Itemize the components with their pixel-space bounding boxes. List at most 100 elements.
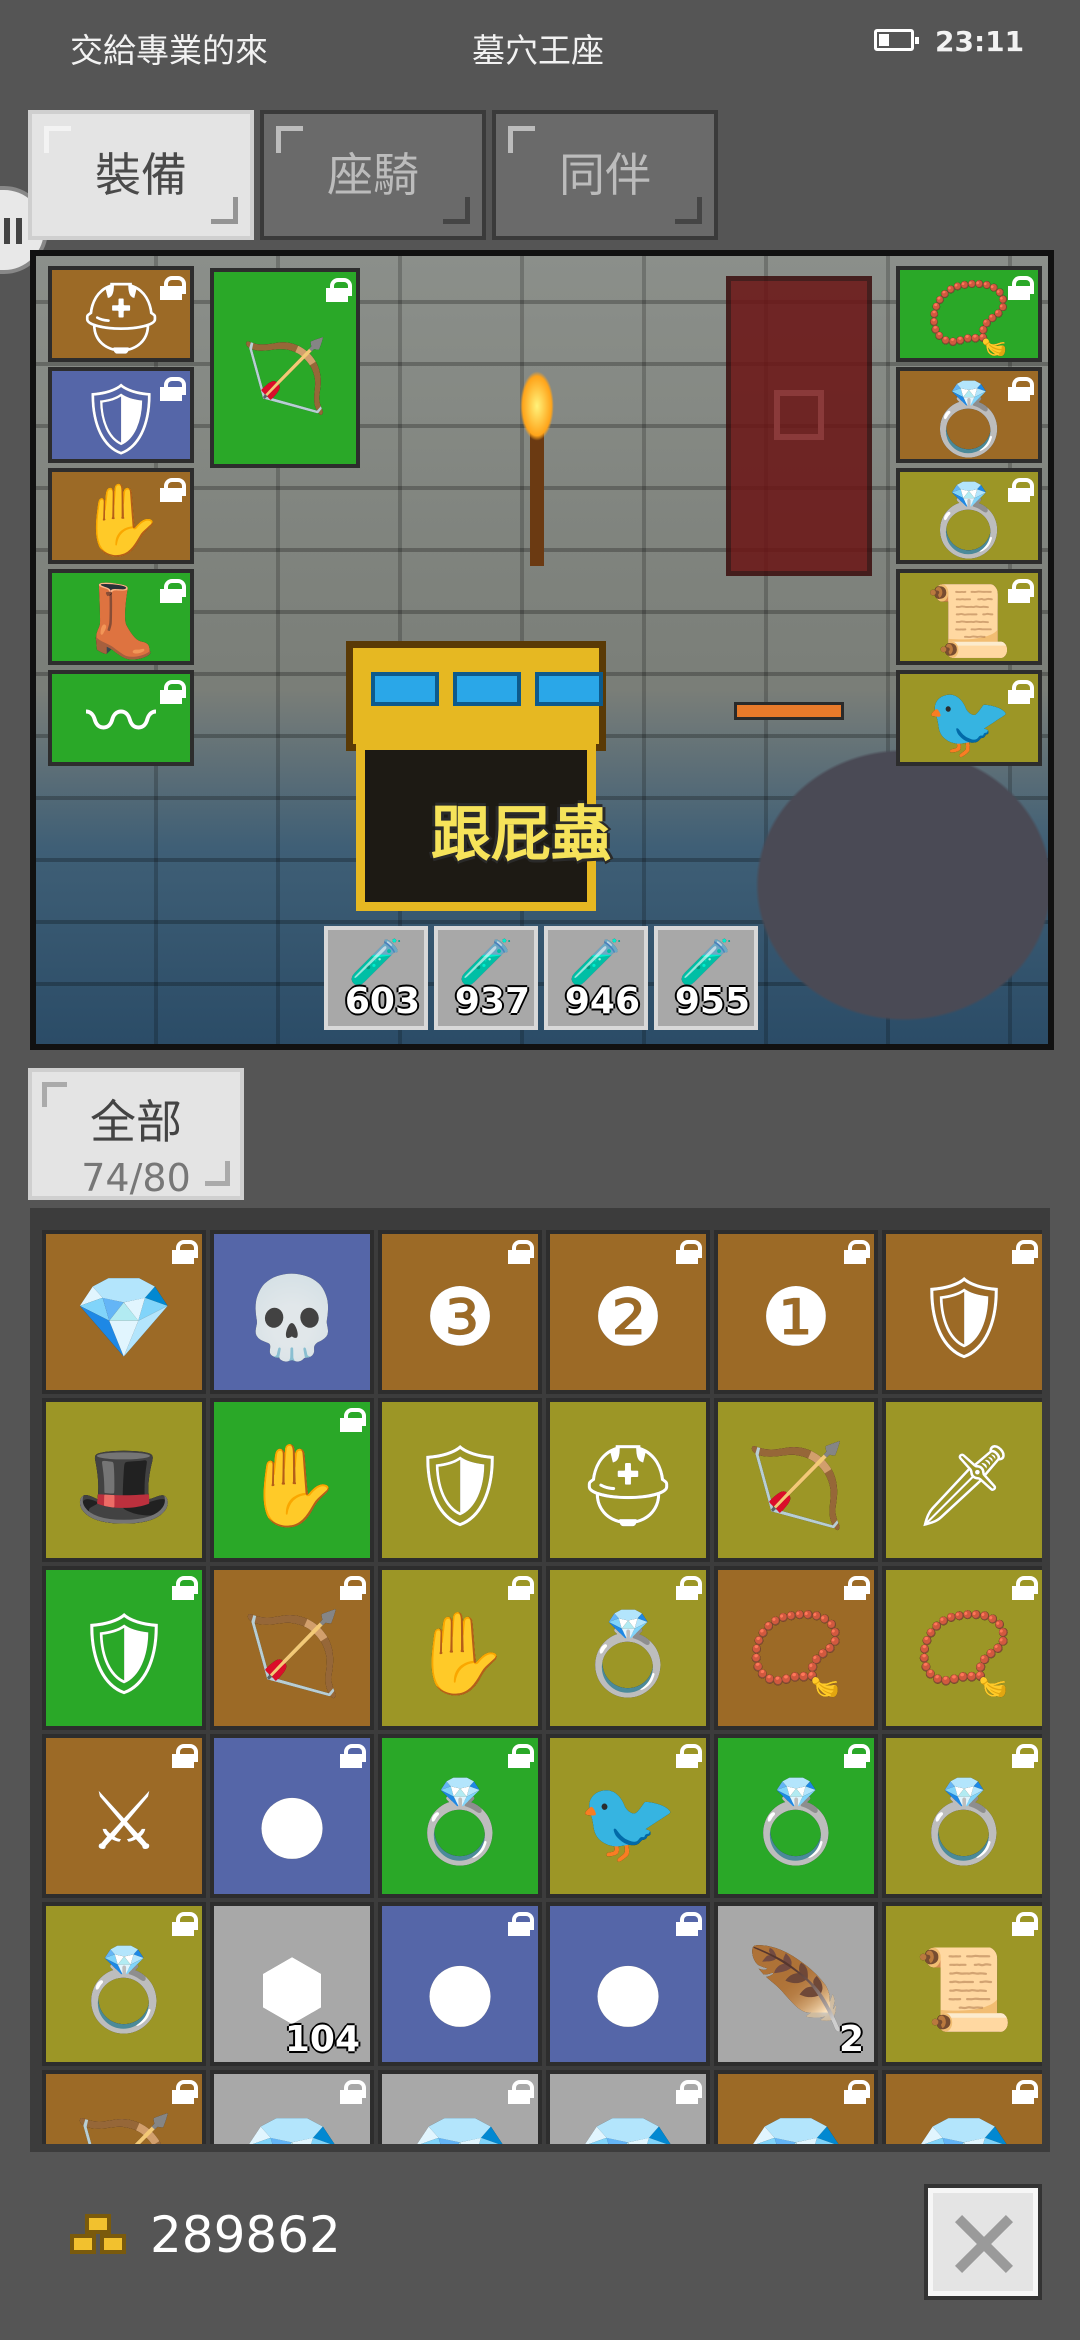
item-slot[interactable]: 💎 [378, 2070, 542, 2144]
item-slot[interactable]: 🏹 [42, 2070, 206, 2144]
bow-icon: 🏹 [241, 334, 329, 417]
item-slot[interactable]: ✋ [48, 468, 194, 564]
item-slot[interactable]: ⛑ [48, 266, 194, 362]
item-slot[interactable]: 📿 [882, 1566, 1042, 1730]
item-slot[interactable]: 💍 [882, 1734, 1042, 1898]
gem-icon: 💎 [242, 2118, 342, 2144]
helmet-icon: ⛑ [577, 1439, 679, 1533]
bow-icon: 🏹 [242, 1607, 342, 1701]
potion-icon: 🧪 [458, 936, 514, 988]
inventory-panel: 💎 💀 ❸ ❷ ❶ 🛡 🎩 ✋ 🛡 ⛑ 🏹 🗡 🛡 🏹 ✋ 💍 📿 📿 ⚔ ● 💍 🐦 💍 💍 💍 ⬢104 ● ● 🪶2 📜 🏹 💎 💎 💎 💎 💎 [30, 1208, 1050, 2152]
item-slot[interactable]: 💎 [882, 2070, 1042, 2144]
item-slot[interactable]: 💎 [714, 2070, 878, 2144]
item-slot[interactable]: 🛡 [882, 1230, 1042, 1394]
item-slot[interactable]: ● [378, 1902, 542, 2066]
item-slot[interactable]: 📜 [882, 1902, 1042, 2066]
potion-slot[interactable]: 🧪 955 [654, 926, 758, 1030]
lock-icon [676, 1576, 702, 1600]
lock-icon [160, 377, 186, 401]
item-slot[interactable]: 🐦 [546, 1734, 710, 1898]
tab-companion[interactable]: 同伴 [492, 110, 718, 240]
bird-icon: 🐦 [925, 680, 1013, 763]
item-slot[interactable]: 🛡 [378, 1398, 542, 1562]
lock-icon [508, 1744, 534, 1768]
item-slot[interactable]: ✋ [210, 1398, 374, 1562]
potion-slot[interactable]: 🧪 946 [544, 926, 648, 1030]
item-slot[interactable]: 💎 [42, 1230, 206, 1394]
item-slot[interactable]: 〰 [48, 670, 194, 766]
potion-icon: 🧪 [568, 936, 624, 988]
lock-icon [1008, 680, 1034, 704]
item-slot[interactable]: ❶ [714, 1230, 878, 1394]
item-slot[interactable]: ⬢ 104 [210, 1902, 374, 2066]
item-slot[interactable]: 🏹 [210, 1566, 374, 1730]
lock-icon [172, 1576, 198, 1600]
armor-icon: 🛡 [913, 1271, 1015, 1365]
lock-icon [508, 2080, 534, 2104]
tab-mount[interactable]: 座騎 [260, 110, 486, 240]
inventory-grid: 💎 💀 ❸ ❷ ❶ 🛡 🎩 ✋ 🛡 ⛑ 🏹 🗡 🛡 🏹 ✋ 💍 📿 📿 ⚔ ● 💍 🐦 💍 💍 💍 ⬢104 ● ● 🪶2 📜 🏹 💎 💎 💎 💎 💎 [42, 1230, 1042, 2144]
potion-slot[interactable]: 🧪 937 [434, 926, 538, 1030]
lock-icon [1008, 276, 1034, 300]
lock-icon [844, 1240, 870, 1264]
item-slot[interactable]: ✋ [378, 1566, 542, 1730]
potion-icon: 🧪 [348, 936, 404, 988]
bow-icon: 🏹 [74, 2118, 174, 2144]
lock-icon [844, 1576, 870, 1600]
item-slot[interactable]: ● [546, 1902, 710, 2066]
item-slot[interactable]: 📜 [896, 569, 1042, 665]
lock-icon [172, 1912, 198, 1936]
lock-icon [340, 1576, 366, 1600]
item-count: 104 [284, 2019, 360, 2060]
rune-stone-2-icon: ❷ [592, 1271, 664, 1365]
item-slot[interactable]: 📿 [896, 266, 1042, 362]
lock-icon [160, 276, 186, 300]
lock-icon [508, 1240, 534, 1264]
item-slot[interactable]: 💍 [42, 1902, 206, 2066]
armor-icon: 🛡 [409, 1439, 511, 1533]
item-slot[interactable]: 🐦 [896, 670, 1042, 766]
lock-icon [1012, 1744, 1038, 1768]
item-slot[interactable]: 💍 [546, 1566, 710, 1730]
orb-icon: ● [593, 1943, 663, 2037]
clock: 23:11 [935, 25, 1025, 58]
lock-icon [340, 2080, 366, 2104]
item-slot[interactable]: 👢 [48, 569, 194, 665]
item-slot[interactable]: 📿 [714, 1566, 878, 1730]
close-button[interactable] [928, 2188, 1038, 2296]
lock-icon [160, 579, 186, 603]
item-slot[interactable]: ❷ [546, 1230, 710, 1394]
lock-icon [340, 1408, 366, 1432]
lock-icon [160, 478, 186, 502]
weapon-slot[interactable]: 🏹 [210, 268, 360, 468]
item-slot[interactable]: 💍 [378, 1734, 542, 1898]
item-slot[interactable]: 🛡 [42, 1566, 206, 1730]
item-slot[interactable]: ● [210, 1734, 374, 1898]
item-slot[interactable]: 🏹 [714, 1398, 878, 1562]
item-slot[interactable]: 💍 [896, 367, 1042, 463]
armor-icon: 🛡 [76, 377, 166, 460]
scroll-icon: 📜 [914, 1943, 1014, 2037]
armor-icon: 🛡 [73, 1607, 175, 1701]
item-slot[interactable]: 💍 [714, 1734, 878, 1898]
item-slot[interactable]: 🪶 2 [714, 1902, 878, 2066]
tab-equipment[interactable]: 裝備 [28, 110, 254, 240]
bow-icon: 🏹 [746, 1439, 846, 1533]
potion-slot[interactable]: 🧪 603 [324, 926, 428, 1030]
item-slot[interactable]: ❸ [378, 1230, 542, 1394]
item-slot[interactable]: 💎 [210, 2070, 374, 2144]
item-slot[interactable]: 🛡 [48, 367, 194, 463]
item-slot[interactable]: ⚔ [42, 1734, 206, 1898]
item-slot[interactable]: ⛑ [546, 1398, 710, 1562]
battery-icon [874, 29, 919, 51]
lock-icon [676, 1240, 702, 1264]
item-slot[interactable]: 💀 [210, 1230, 374, 1394]
item-slot[interactable]: 🗡 [882, 1398, 1042, 1562]
item-slot[interactable]: 🎩 [42, 1398, 206, 1562]
item-slot[interactable]: 💎 [546, 2070, 710, 2144]
glove-icon: ✋ [410, 1607, 510, 1701]
filter-button[interactable]: 全部 74/80 [28, 1068, 244, 1200]
item-slot[interactable]: 💍 [896, 468, 1042, 564]
gem-icon: 💎 [914, 2118, 1014, 2144]
lock-icon [1012, 2080, 1038, 2104]
